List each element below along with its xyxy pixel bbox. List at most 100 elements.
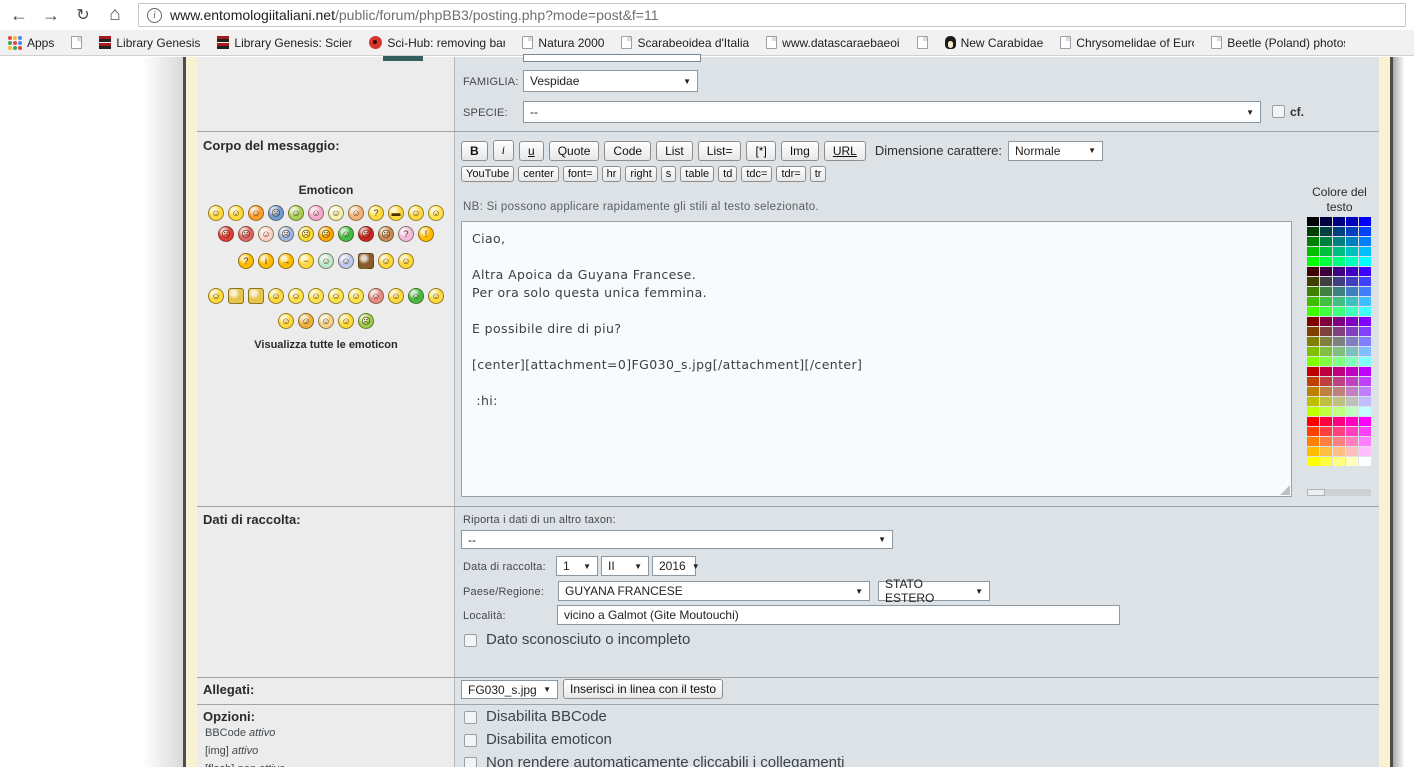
emoticon-idea-lightbulb[interactable]: i — [258, 253, 274, 269]
palette-color-swatch[interactable] — [1307, 337, 1319, 346]
palette-color-swatch[interactable] — [1333, 247, 1345, 256]
emoticon-key-smile[interactable]: ☺ — [338, 313, 354, 329]
famiglia-select[interactable]: Vespidae▼ — [523, 70, 698, 92]
emoticon-neutral-orange[interactable]: ☺ — [348, 205, 364, 221]
palette-color-swatch[interactable] — [1346, 237, 1358, 246]
palette-color-swatch[interactable] — [1359, 327, 1371, 336]
palette-color-swatch[interactable] — [1307, 387, 1319, 396]
emoticon-wink-question[interactable]: ☺ — [318, 313, 334, 329]
palette-color-swatch[interactable] — [1333, 327, 1345, 336]
bookmark-item[interactable]: Library Genesis — [99, 36, 200, 50]
palette-color-swatch[interactable] — [1346, 437, 1358, 446]
message-textarea[interactable]: Ciao, Altra Apoica da Guyana Francese. P… — [461, 221, 1292, 497]
palette-color-swatch[interactable] — [1320, 317, 1332, 326]
emoticon-blush[interactable]: ☺ — [258, 226, 274, 242]
emoticon-braces-grin[interactable]: ☺ — [318, 253, 334, 269]
bbcode-button-center[interactable]: center — [518, 166, 559, 182]
bbcode-button-font=[interactable]: font= — [563, 166, 598, 182]
palette-color-swatch[interactable] — [1333, 297, 1345, 306]
bbcode-button-s[interactable]: s — [661, 166, 677, 182]
bbcode-button-tr[interactable]: tr — [810, 166, 827, 182]
palette-color-swatch[interactable] — [1320, 267, 1332, 276]
emoticon-razz-tongue[interactable]: ☺ — [428, 288, 444, 304]
emoticon-pale-smile[interactable]: ☺ — [328, 205, 344, 221]
palette-color-swatch[interactable] — [1359, 427, 1371, 436]
palette-color-swatch[interactable] — [1307, 437, 1319, 446]
riporta-select[interactable]: --▼ — [461, 530, 893, 549]
palette-color-swatch[interactable] — [1320, 417, 1332, 426]
palette-color-swatch[interactable] — [1320, 247, 1332, 256]
palette-color-swatch[interactable] — [1346, 297, 1358, 306]
bbcode-button-table[interactable]: table — [680, 166, 714, 182]
bookmark-item[interactable]: Beetle (Poland) photos — [1211, 36, 1345, 50]
palette-color-swatch[interactable] — [1346, 217, 1358, 226]
emoticon-beer-smile-left[interactable]: ☺ — [208, 288, 224, 304]
palette-color-swatch[interactable] — [1359, 407, 1371, 416]
emoticon-devil-brown[interactable]: ☹ — [378, 226, 394, 242]
palette-color-swatch[interactable] — [1307, 267, 1319, 276]
emoticon-confused[interactable]: ? — [368, 205, 384, 221]
palette-color-swatch[interactable] — [1320, 337, 1332, 346]
attachment-select[interactable]: FG030_s.jpg▼ — [461, 680, 558, 699]
palette-color-swatch[interactable] — [1333, 417, 1345, 426]
palette-color-swatch[interactable] — [1333, 227, 1345, 236]
palette-color-swatch[interactable] — [1320, 277, 1332, 286]
bbcode-button-list=[interactable]: List= — [698, 141, 742, 161]
bbcode-button-tdr=[interactable]: tdr= — [776, 166, 805, 182]
specie-select[interactable]: --▼ — [523, 101, 1261, 123]
cf-checkbox[interactable] — [1272, 105, 1285, 118]
palette-color-swatch[interactable] — [1307, 287, 1319, 296]
bbcode-button-i[interactable]: i — [493, 140, 514, 161]
palette-color-swatch[interactable] — [1333, 457, 1345, 466]
palette-color-swatch[interactable] — [1333, 347, 1345, 356]
palette-color-swatch[interactable] — [1307, 427, 1319, 436]
option-checkbox[interactable] — [464, 757, 477, 767]
emoticon-dizzy-pink[interactable]: ? — [398, 226, 414, 242]
emoticon-gavel[interactable] — [358, 253, 374, 269]
palette-color-swatch[interactable] — [1359, 437, 1371, 446]
bbcode-button-u[interactable]: u — [519, 141, 544, 161]
bbcode-button-hr[interactable]: hr — [602, 166, 622, 182]
palette-color-swatch[interactable] — [1320, 307, 1332, 316]
palette-color-swatch[interactable] — [1346, 337, 1358, 346]
emoticon-twisted-evil[interactable]: ☹ — [358, 226, 374, 242]
palette-color-swatch[interactable] — [1346, 277, 1358, 286]
bookmark-item[interactable]: Sci-Hub: removing bar — [369, 36, 505, 50]
palette-color-swatch[interactable] — [1320, 397, 1332, 406]
emoticon-cry-blue[interactable]: ☹ — [278, 226, 294, 242]
palette-color-swatch[interactable] — [1359, 387, 1371, 396]
bbcode-button-list[interactable]: List — [656, 141, 693, 161]
palette-color-swatch[interactable] — [1320, 377, 1332, 386]
palette-color-swatch[interactable] — [1346, 257, 1358, 266]
palette-color-swatch[interactable] — [1307, 247, 1319, 256]
palette-color-swatch[interactable] — [1359, 347, 1371, 356]
palette-color-swatch[interactable] — [1346, 447, 1358, 456]
palette-color-swatch[interactable] — [1320, 407, 1332, 416]
palette-color-swatch[interactable] — [1359, 447, 1371, 456]
palette-color-swatch[interactable] — [1307, 447, 1319, 456]
palette-color-swatch[interactable] — [1346, 317, 1358, 326]
palette-color-swatch[interactable] — [1346, 347, 1358, 356]
emoticon-question[interactable]: ? — [238, 253, 254, 269]
palette-color-swatch[interactable] — [1359, 397, 1371, 406]
palette-color-swatch[interactable] — [1359, 337, 1371, 346]
palette-color-swatch[interactable] — [1346, 247, 1358, 256]
bookmark-item[interactable]: Chrysomelidae of Euro — [1060, 36, 1194, 50]
emoticon-in-love-hearts[interactable]: ☺ — [368, 288, 384, 304]
palette-color-swatch[interactable] — [1333, 427, 1345, 436]
palette-color-swatch[interactable] — [1333, 447, 1345, 456]
palette-color-swatch[interactable] — [1307, 297, 1319, 306]
palette-color-swatch[interactable] — [1333, 367, 1345, 376]
palette-color-swatch[interactable] — [1333, 277, 1345, 286]
palette-color-swatch[interactable] — [1346, 387, 1358, 396]
emoticon-pink-smile[interactable]: ☺ — [308, 205, 324, 221]
emoticon-big-grin[interactable]: ☺ — [388, 288, 404, 304]
palette-color-swatch[interactable] — [1307, 377, 1319, 386]
home-icon[interactable]: ⌂ — [102, 3, 128, 27]
palette-color-swatch[interactable] — [1333, 217, 1345, 226]
palette-color-swatch[interactable] — [1333, 407, 1345, 416]
emoticon-wave-hand[interactable]: ☺ — [428, 205, 444, 221]
palette-color-swatch[interactable] — [1333, 437, 1345, 446]
emoticon-gavel-smile[interactable]: ☺ — [378, 253, 394, 269]
bbcode-button-youtube[interactable]: YouTube — [461, 166, 514, 182]
